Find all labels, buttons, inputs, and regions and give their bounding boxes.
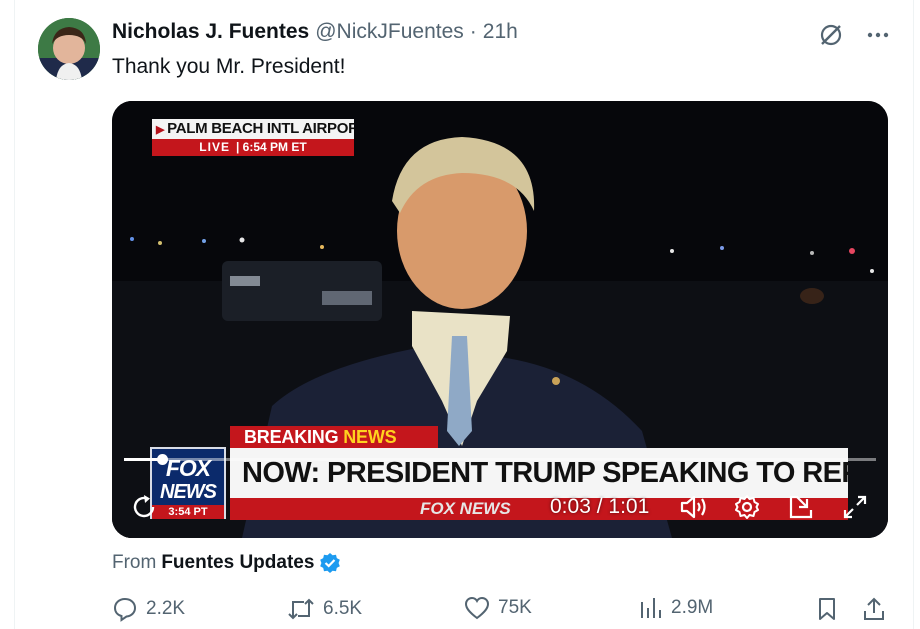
separator-dot: ·	[469, 20, 477, 43]
fullscreen-icon	[843, 495, 867, 519]
volume-icon	[680, 495, 706, 519]
location-banner: ▶ PALM BEACH INTL AIRPORT LIVE | 6:54 PM E…	[152, 119, 354, 157]
fox-logo-line2: NEWS	[160, 481, 217, 503]
reply-count: 2.2K	[146, 598, 186, 619]
bookmark-icon	[819, 598, 835, 620]
tweet-top-actions	[818, 22, 890, 53]
fox-logo-time: 3:54 PT	[152, 505, 224, 519]
current-time: 0:03	[550, 495, 591, 518]
tweet-header: Nicholas J. Fuentes @NickJFuentes · 21h	[112, 20, 518, 44]
bookmark-button[interactable]	[816, 596, 838, 622]
views-icon	[641, 598, 661, 618]
minimize-icon	[789, 495, 813, 519]
time-display: 0:03 / 1:01	[550, 493, 649, 521]
like-button[interactable]: 75K	[464, 596, 532, 620]
reply-button[interactable]: 2.2K	[112, 596, 185, 622]
live-label: LIVE	[199, 140, 230, 154]
progress-handle[interactable]	[157, 454, 168, 465]
like-icon	[464, 596, 490, 620]
tweet-text: Thank you Mr. President!	[112, 55, 346, 78]
settings-icon	[735, 495, 759, 519]
repost-button[interactable]: 6.5K	[287, 596, 362, 622]
grok-icon[interactable]	[818, 22, 844, 53]
repost-icon	[288, 598, 314, 620]
more-icon[interactable]	[866, 23, 890, 52]
tweet-action-bar: 2.2K 6.5K 75K 2.9M	[112, 596, 892, 624]
handle[interactable]: @NickJFuentes	[315, 20, 464, 44]
verified-badge-icon	[320, 553, 341, 573]
breaking-label: BREAKING	[244, 427, 339, 447]
breaking-news-banner: BREAKING NEWS	[230, 426, 438, 448]
views-count: 2.9M	[671, 597, 714, 618]
live-time: 6:54 PM ET	[242, 140, 307, 154]
live-divider: |	[235, 140, 240, 154]
avatar[interactable]	[38, 18, 100, 80]
source-attribution: From Fuentes Updates	[112, 552, 341, 574]
fullscreen-button[interactable]	[840, 493, 870, 521]
video-player[interactable]: ▶ PALM BEACH INTL AIRPORT LIVE | 6:54 PM E…	[112, 101, 888, 538]
display-name[interactable]: Nicholas J. Fuentes	[112, 20, 309, 44]
duration: 1:01	[608, 495, 650, 518]
reply-icon	[113, 597, 137, 622]
views-button[interactable]: 2.9M	[639, 596, 713, 620]
repost-count: 6.5K	[323, 598, 363, 619]
settings-button[interactable]	[732, 493, 762, 521]
location-label: PALM BEACH INTL AIRPORT	[167, 120, 354, 137]
share-button[interactable]	[862, 596, 886, 622]
ticker-logo: FOX NEWS	[420, 499, 511, 518]
triangle-icon: ▶	[156, 124, 165, 136]
time-separator: /	[596, 495, 603, 518]
minimize-button[interactable]	[786, 493, 816, 521]
source-prefix: From	[112, 552, 157, 573]
source-name[interactable]: Fuentes Updates	[161, 552, 314, 574]
breaking-news-label: NEWS	[343, 427, 397, 447]
progress-bar[interactable]	[124, 454, 876, 465]
share-icon	[864, 597, 884, 620]
replay-button[interactable]	[130, 493, 160, 521]
like-count: 75K	[498, 597, 532, 618]
replay-icon	[133, 495, 155, 518]
timestamp[interactable]: 21h	[483, 20, 518, 44]
volume-button[interactable]	[678, 493, 710, 521]
headline-banner: NOW: PRESIDENT TRUMP SPEAKING TO REPORTE…	[230, 448, 848, 498]
